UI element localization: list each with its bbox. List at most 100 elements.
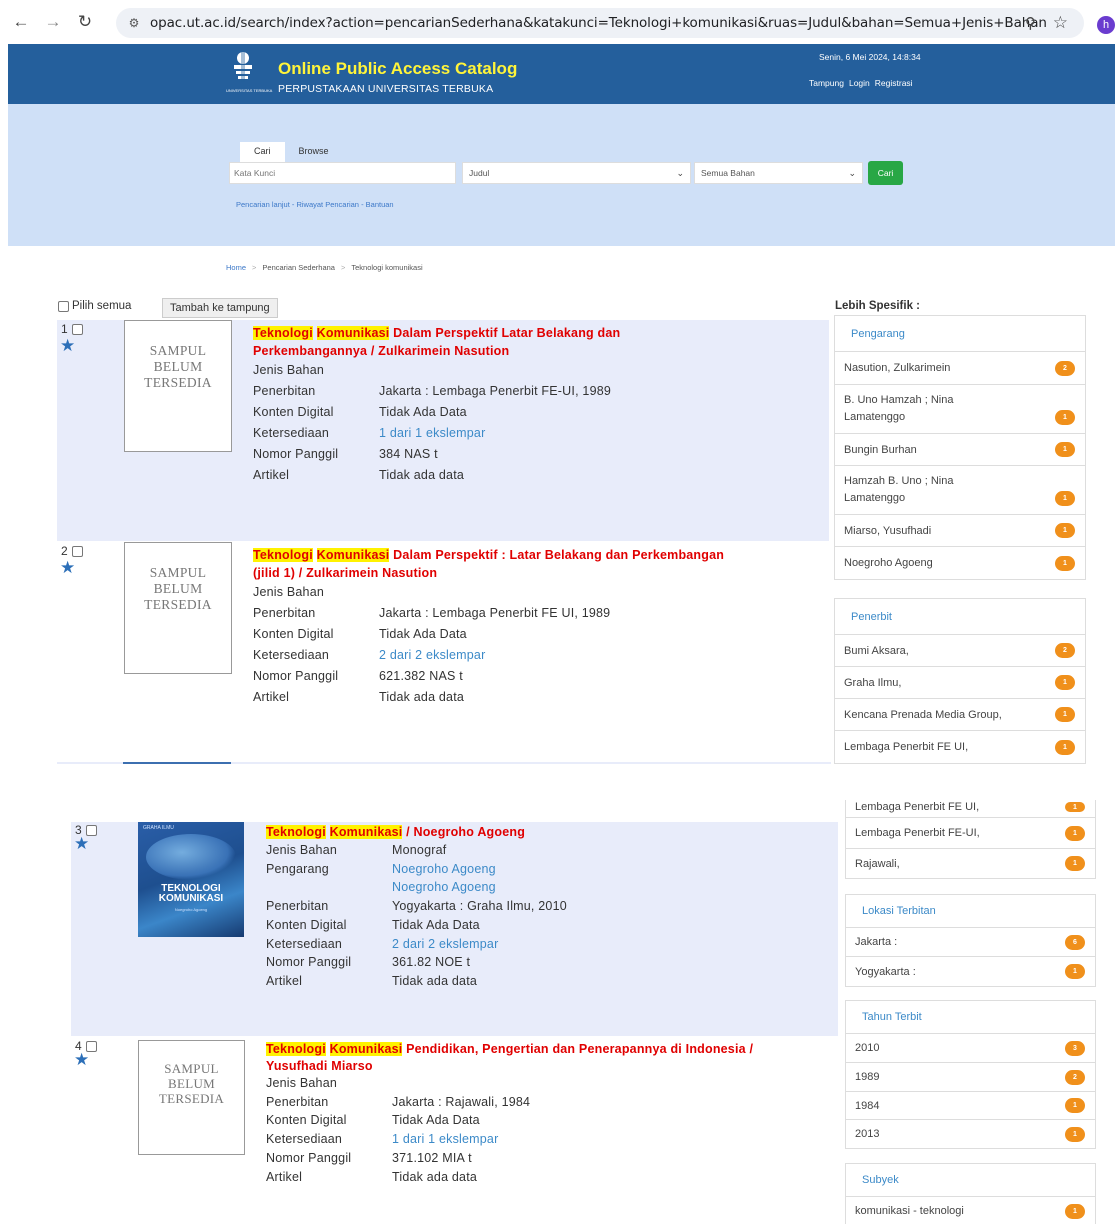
- field-select[interactable]: Judul ⌄: [462, 162, 691, 184]
- field-value: Jakarta : Lembaga Penerbit FE-UI, 1989: [379, 384, 612, 398]
- count-badge: 1: [1065, 856, 1085, 871]
- result-title[interactable]: Teknologi Komunikasi / Noegroho Agoeng: [266, 823, 786, 841]
- field-label: Konten Digital: [253, 627, 334, 641]
- facet-title[interactable]: Subyek: [846, 1164, 1095, 1197]
- tab-browse[interactable]: Browse: [285, 142, 343, 162]
- facet-title[interactable]: Lokasi Terbitan: [846, 895, 1095, 928]
- logo-caption: UNIVERSITAS TERBUKA: [226, 88, 273, 93]
- facet-item[interactable]: Jakarta : 6: [846, 928, 1095, 957]
- facet-item[interactable]: komunikasi - teknologi 1: [846, 1197, 1095, 1224]
- material-select-value: Semua Bahan: [701, 168, 755, 178]
- facet-item[interactable]: 2010 3: [846, 1034, 1095, 1063]
- select-all-checkbox[interactable]: Pilih semua: [58, 300, 131, 312]
- facet-label: Graha Ilmu,: [844, 676, 902, 689]
- facet-item[interactable]: Bungin Burhan 1: [835, 434, 1085, 466]
- registrasi-link[interactable]: Registrasi: [875, 78, 913, 88]
- star-icon[interactable]: ★: [60, 336, 75, 356]
- add-to-cart-button[interactable]: Tambah ke tampung: [162, 298, 278, 318]
- current-date: Senin, 6 Mei 2024, 14:8:34: [819, 52, 921, 62]
- keyword-input[interactable]: [229, 162, 456, 184]
- facet-item[interactable]: Miarso, Yusufhadi 1: [835, 515, 1085, 547]
- back-icon[interactable]: ←: [10, 11, 32, 33]
- result-metadata: Jenis Bahan Monograf Pengarang Noegroho Ag…: [266, 841, 567, 991]
- cover-placeholder[interactable]: SAMPUL BELUM TERSEDIA: [124, 320, 232, 452]
- url-text[interactable]: opac.ut.ac.id/search/index?action=pencar…: [150, 15, 1047, 31]
- facet-item[interactable]: 1984 1: [846, 1092, 1095, 1120]
- cover-text: BELUM: [153, 359, 203, 374]
- breadcrumb-home[interactable]: Home: [226, 263, 246, 272]
- result-number: 1: [61, 322, 83, 336]
- facet-item[interactable]: 1989 2: [846, 1063, 1095, 1092]
- facet-title[interactable]: Pengarang: [835, 316, 1085, 352]
- book-cover-image[interactable]: GRAHA ILMU TEKNOLOGI KOMUNIKASI Noegroho …: [138, 822, 244, 937]
- forward-icon[interactable]: →: [42, 11, 64, 33]
- result-checkbox[interactable]: [71, 545, 83, 557]
- field-value: 384 NAS t: [379, 447, 438, 461]
- facet-item[interactable]: Lembaga Penerbit FE UI, 1: [835, 731, 1085, 763]
- facet-item[interactable]: Rajawali, 1: [846, 849, 1095, 878]
- result-checkbox[interactable]: [71, 323, 83, 335]
- cover-text: TERSEDIA: [144, 375, 212, 390]
- address-bar[interactable]: ⚙ opac.ut.ac.id/search/index?action=penc…: [116, 8, 1084, 38]
- facet-title[interactable]: Penerbit: [835, 599, 1085, 635]
- field-label: Ketersediaan: [253, 426, 330, 440]
- star-icon[interactable]: ★: [74, 1050, 89, 1070]
- field-value: Jakarta : Lembaga Penerbit FE UI, 1989: [379, 606, 611, 620]
- breadcrumb: Home > Pencarian Sederhana > Teknologi k…: [226, 263, 423, 272]
- search-button[interactable]: Cari: [868, 161, 903, 185]
- count-badge: 1: [1055, 410, 1075, 425]
- facet-item[interactable]: 2013 1: [846, 1120, 1095, 1148]
- count-badge: 1: [1055, 675, 1075, 690]
- material-select[interactable]: Semua Bahan ⌄: [694, 162, 863, 184]
- site-title[interactable]: Online Public Access Catalog: [278, 59, 517, 79]
- advanced-search-links[interactable]: Pencarian lanjut - Riwayat Pencarian - B…: [236, 200, 394, 209]
- checkbox[interactable]: [58, 300, 69, 312]
- breadcrumb-separator: >: [340, 263, 346, 272]
- cover-placeholder[interactable]: SAMPUL BELUM TERSEDIA: [124, 542, 232, 674]
- site-subtitle: PERPUSTAKAAN UNIVERSITAS TERBUKA: [278, 83, 494, 95]
- author-link[interactable]: Noegroho Agoeng: [392, 878, 496, 897]
- profile-avatar[interactable]: h: [1097, 16, 1115, 34]
- breadcrumb-search[interactable]: Pencarian Sederhana: [262, 263, 335, 272]
- star-icon[interactable]: ★: [60, 558, 75, 578]
- facet-item[interactable]: Noegroho Agoeng 1: [835, 547, 1085, 579]
- availability-link[interactable]: 2 dari 2 ekslempar: [379, 645, 485, 666]
- availability-link[interactable]: 1 dari 1 ekslempar: [379, 423, 485, 444]
- facet-item[interactable]: Graha Ilmu, 1: [835, 667, 1085, 699]
- facet-label: 1989: [855, 1071, 880, 1083]
- browser-toolbar: ← → ↻ ⚙ opac.ut.ac.id/search/index?actio…: [0, 0, 1115, 44]
- facet-item[interactable]: B. Uno Hamzah ; Nina Lamatenggo 1: [835, 385, 1085, 434]
- site-info-icon[interactable]: ⚙: [124, 16, 144, 30]
- reload-icon[interactable]: ↻: [74, 11, 96, 33]
- login-link[interactable]: Login: [849, 78, 870, 88]
- result-title[interactable]: Teknologi Komunikasi Dalam Perspektif : …: [253, 546, 733, 582]
- zoom-icon[interactable]: ⚲: [1025, 14, 1036, 32]
- facet-item[interactable]: Yogyakarta : 1: [846, 957, 1095, 986]
- title-highlight: Komunikasi: [329, 1042, 403, 1056]
- facet-item[interactable]: Hamzah B. Uno ; Nina Lamatenggo 1: [835, 466, 1085, 515]
- count-badge: 3: [1065, 1040, 1085, 1056]
- field-label: Ketersediaan: [253, 648, 330, 662]
- facet-item[interactable]: Kencana Prenada Media Group, 1: [835, 699, 1085, 731]
- facet-item[interactable]: Lembaga Penerbit FE UI, 1: [846, 800, 1095, 818]
- field-label: Konten Digital: [266, 917, 347, 932]
- availability-link[interactable]: 2 dari 2 ekslempar: [392, 935, 498, 954]
- title-highlight: Teknologi: [253, 326, 313, 340]
- tab-cari[interactable]: Cari: [240, 142, 285, 162]
- facet-item[interactable]: Lembaga Penerbit FE-UI, 1: [846, 818, 1095, 849]
- tampung-link[interactable]: Tampung: [809, 78, 844, 88]
- header-links: Tampung Login Registrasi: [809, 78, 913, 88]
- facet-item[interactable]: Bumi Aksara, 2: [835, 635, 1085, 667]
- facet-item[interactable]: Nasution, Zulkarimein 2: [835, 352, 1085, 385]
- field-value: Tidak ada data: [392, 973, 478, 988]
- availability-link[interactable]: 1 dari 1 ekslempar: [392, 1130, 498, 1149]
- star-icon[interactable]: ★: [74, 834, 89, 854]
- facet-title[interactable]: Tahun Terbit: [846, 1001, 1095, 1034]
- cover-text: BELUM: [153, 581, 203, 596]
- bookmark-star-icon[interactable]: ☆: [1053, 13, 1068, 33]
- author-link[interactable]: Noegroho Agoeng: [392, 860, 496, 879]
- cover-placeholder[interactable]: SAMPUL BELUM TERSEDIA: [138, 1040, 245, 1155]
- facet-label: B. Uno Hamzah ; Nina Lamatenggo: [844, 394, 954, 423]
- result-title[interactable]: Teknologi Komunikasi Pendidikan, Pengert…: [266, 1041, 786, 1075]
- result-title[interactable]: Teknologi Komunikasi Dalam Perspektif La…: [253, 324, 733, 360]
